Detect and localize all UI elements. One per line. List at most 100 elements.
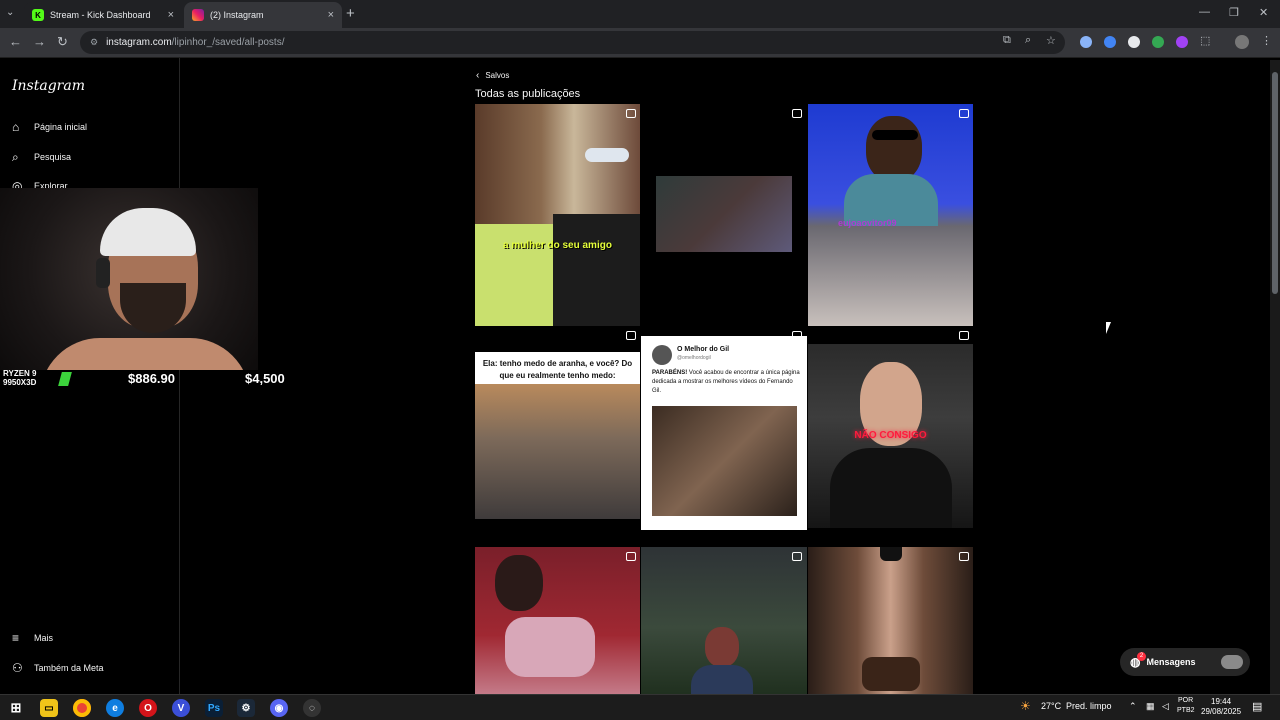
edge-icon[interactable]: e [106,699,124,717]
reel-icon [626,109,636,118]
sidebar-item-home[interactable]: ⌂ Página inicial [12,117,87,137]
webcam-overlay [0,188,258,370]
network-icon[interactable]: ▦ [1146,701,1155,712]
weather-temp[interactable]: 27°C [1041,701,1061,711]
windows-taskbar: ⊞ ▭ e O V Ps ⚙ ◉ ◌ ☀ 27°C Pred. limpo ⌃ … [0,694,1280,720]
saved-post-8[interactable] [641,547,807,694]
post-5-text-bold: PARABÉNS! [652,370,688,376]
saved-post-9[interactable] [808,547,973,694]
post-7-hair [495,555,543,611]
saved-post-7[interactable] [475,547,640,694]
url-path: /lipinhor_/saved/all-posts/ [171,37,285,48]
notifications-icon[interactable]: ▤ [1252,700,1262,713]
saved-post-3[interactable]: eujoaovitor09 [808,104,973,326]
file-explorer-icon[interactable]: ▭ [40,699,58,717]
meta-icon: ⚇ [12,661,23,675]
back-label: Salvos [485,71,510,80]
saved-post-2[interactable] [641,104,807,326]
weather-desc[interactable]: Pred. limpo [1066,701,1112,711]
reel-icon [792,109,802,118]
keyboard-layout-indicator[interactable]: PTB2 [1177,707,1195,714]
messages-label: Mensagens [1146,657,1196,667]
streamer-cap [100,208,196,256]
vpn-icon[interactable]: V [172,699,190,717]
saved-post-6[interactable]: NÃO CONSIGO [808,344,973,528]
home-icon: ⌂ [12,120,20,134]
forward-icon[interactable]: → [33,34,46,49]
install-app-icon[interactable]: ⧉ [1003,34,1011,47]
sunglasses-icon [585,148,629,162]
post-9-beard [862,657,920,691]
close-tab-icon[interactable]: × [168,9,174,21]
sidebar-item-also-from-meta[interactable]: ⚇ Também da Meta [12,658,104,678]
tab-instagram[interactable]: (2) Instagram × [184,2,342,28]
overlay-value-2: $4,500 [245,371,285,386]
weather-icon: ☀ [1020,699,1031,713]
reel-icon [626,331,636,340]
photoshop-icon[interactable]: Ps [205,699,223,717]
post-5-name: O Melhor do Gil [677,346,730,353]
obs-icon[interactable]: ◌ [303,699,321,717]
tab-label: (2) Instagram [210,10,264,20]
overlay-value-1: $886.90 [128,371,175,386]
browser-toolbar: ← → ↻ ⚙ instagram.com /lipinhor_/saved/a… [0,28,1280,58]
extension-green-icon[interactable] [1152,36,1164,48]
extension-shield-icon[interactable] [1080,36,1092,48]
clock-time[interactable]: 19:44 [1211,697,1231,706]
post-3-caption: eujoaovitor09 [838,218,897,228]
url-host: instagram.com [106,37,172,48]
clock-date[interactable]: 29/08/2025 [1201,707,1241,716]
sidebar-item-more[interactable]: ≡ Mais [12,628,53,648]
back-icon[interactable]: ← [9,34,22,49]
windows-start-icon[interactable]: ⊞ [7,699,25,717]
sidebar-item-search[interactable]: ⌕ Pesquisa [12,147,71,167]
sidebar-item-label: Pesquisa [34,152,72,162]
reel-icon [792,552,802,561]
tab-kick-dashboard[interactable]: K Stream - Kick Dashboard × [24,2,182,28]
bookmark-star-icon[interactable]: ☆ [1046,34,1056,47]
browser-tab-bar: ⌄ K Stream - Kick Dashboard × (2) Instag… [0,0,1280,28]
profile-avatar-icon[interactable] [1235,35,1249,49]
reel-icon [959,109,969,118]
instagram-logo[interactable]: Instagram [12,78,85,94]
discord-icon[interactable]: ◉ [270,699,288,717]
instagram-icon [192,9,204,21]
saved-post-4[interactable]: Ela: tenho medo de aranha, e você? Do qu… [475,352,640,519]
extension-purple-icon[interactable] [1176,36,1188,48]
sunglasses-icon [872,130,918,140]
site-info-icon[interactable]: ⚙ [90,37,98,48]
volume-icon[interactable]: ◁ [1162,701,1169,712]
extension-audio-icon[interactable] [1104,36,1116,48]
post-3-face [866,116,922,182]
more-menu-icon[interactable]: ⋮ [1261,34,1272,47]
opera-icon[interactable]: O [139,699,157,717]
mouse-cursor-icon [1106,322,1111,334]
scrollbar-thumb[interactable] [1272,72,1278,294]
close-window-icon[interactable]: ✕ [1259,6,1268,19]
minimize-icon[interactable]: — [1199,6,1210,18]
post-8-face [705,627,739,667]
tab-search-icon[interactable]: ⌄ [6,7,14,18]
language-indicator[interactable]: POR [1178,697,1193,704]
post-5-text: PARABÉNS! Você acabou de encontrar a úni… [652,369,802,396]
extension-video-icon[interactable] [1128,36,1140,48]
chrome-icon[interactable] [73,699,91,717]
close-tab-icon[interactable]: × [328,9,334,21]
saved-post-1[interactable]: a mulher do seu amigo [475,104,640,326]
tray-chevron-icon[interactable]: ⌃ [1129,701,1137,712]
chevron-left-icon: ‹ [476,70,480,81]
saved-post-5[interactable]: O Melhor do Gil @omelhordogil PARABÉNS! … [641,336,807,530]
steam-icon[interactable]: ⚙ [237,699,255,717]
address-bar[interactable]: ⚙ instagram.com /lipinhor_/saved/all-pos… [80,31,1065,54]
post-1-jacket [553,214,640,326]
restore-icon[interactable]: ❐ [1229,6,1239,19]
headset-icon [96,258,110,288]
extensions-puzzle-icon[interactable]: ⬚ [1200,34,1210,47]
reload-icon[interactable]: ↻ [57,34,68,50]
sidebar-item-label: Mais [34,633,54,643]
sidebar-item-label: Também da Meta [34,663,104,673]
back-to-saved-link[interactable]: ‹ Salvos [476,70,509,81]
new-tab-icon[interactable]: + [346,5,355,22]
zoom-icon[interactable]: ⌕ [1025,34,1031,47]
post-5-handle: @omelhordogil [677,355,711,361]
